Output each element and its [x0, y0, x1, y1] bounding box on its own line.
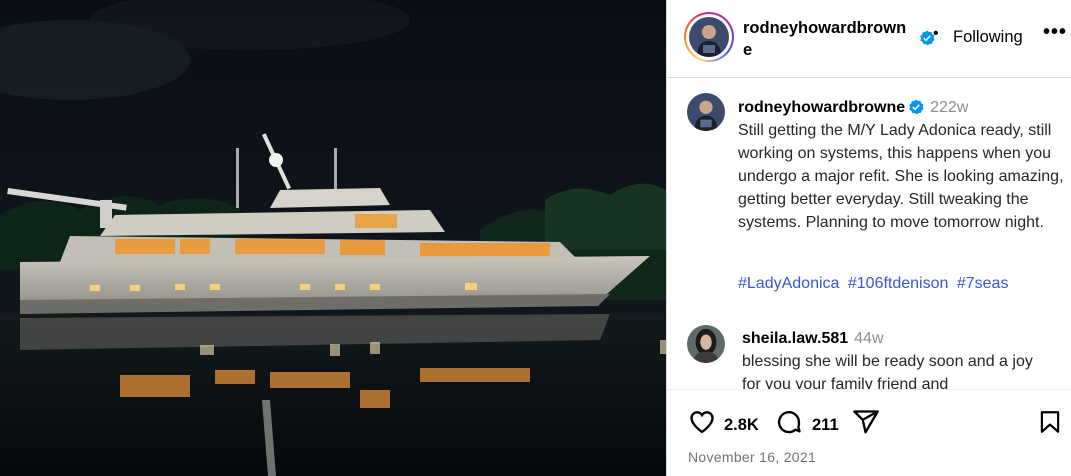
hashtag-link[interactable]: #7seas: [957, 275, 1009, 292]
caption-username[interactable]: rodneyhowardbrowne: [738, 99, 905, 116]
post-panel: rodneyhowardbrowne • Following ••• rodne…: [666, 0, 1071, 476]
comment-username[interactable]: sheila.law.581: [742, 330, 848, 347]
comment: sheila.law.581 44w blessing she will be r…: [742, 327, 1042, 389]
more-options-button[interactable]: •••: [1043, 22, 1067, 42]
comments-section[interactable]: rodneyhowardbrowne 222w Still getting th…: [667, 79, 1071, 389]
action-bar: 2.8K 211 November 16, 2021: [667, 389, 1071, 476]
yacht-photo: [0, 0, 666, 476]
comment-body: blessing she will be ready soon and a jo…: [742, 353, 1033, 389]
following-button[interactable]: Following: [953, 28, 1023, 47]
author-avatar-ring[interactable]: [684, 12, 734, 62]
post-date[interactable]: November 16, 2021: [688, 449, 816, 465]
share-icon[interactable]: [851, 408, 881, 436]
hashtag-link[interactable]: #106ftdenison: [848, 275, 949, 292]
header-separator: •: [933, 25, 939, 42]
hashtag-link[interactable]: #LadyAdonica: [738, 275, 839, 292]
comments-count[interactable]: 211: [812, 416, 839, 435]
bookmark-icon[interactable]: [1037, 408, 1063, 436]
post-image[interactable]: [0, 0, 666, 476]
caption: rodneyhowardbrowne 222w Still getting th…: [738, 96, 1066, 234]
hashtag-list: #LadyAdonica #106ftdenison #7seas: [738, 275, 1012, 293]
author-username[interactable]: rodneyhowardbrowne: [743, 17, 913, 61]
post-header: rodneyhowardbrowne • Following •••: [667, 0, 1071, 78]
commenter-avatar[interactable]: [687, 325, 725, 363]
author-avatar: [689, 17, 729, 57]
heart-icon[interactable]: [687, 408, 717, 436]
caption-avatar[interactable]: [687, 93, 725, 131]
likes-count[interactable]: 2.8K: [724, 416, 759, 435]
caption-body: Still getting the M/Y Lady Adonica ready…: [738, 122, 1064, 231]
caption-time[interactable]: 222w: [930, 99, 968, 116]
comment-time[interactable]: 44w: [854, 330, 883, 347]
author-name-text[interactable]: rodneyhowardbrowne: [743, 19, 906, 59]
verified-badge-icon: [909, 99, 924, 115]
comment-icon[interactable]: [774, 408, 804, 436]
